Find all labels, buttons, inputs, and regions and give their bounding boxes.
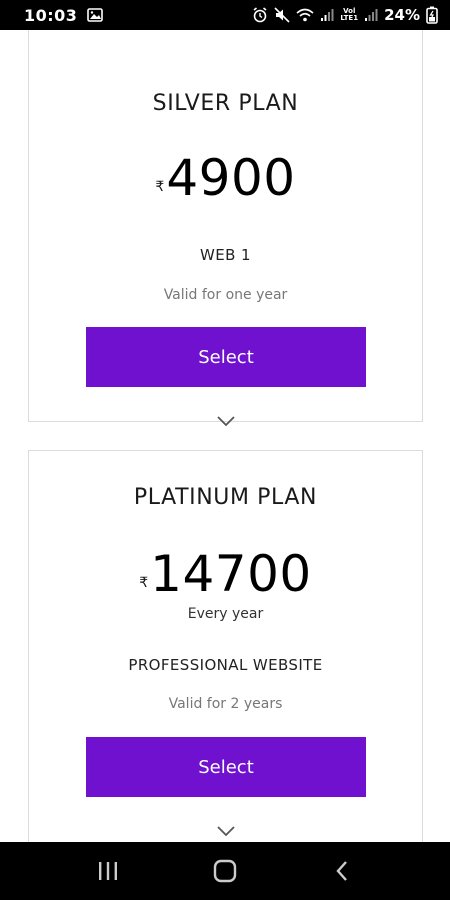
recent-apps-icon [99, 862, 118, 880]
plan-validity: Valid for 2 years [168, 696, 283, 712]
plan-card-platinum: PLATINUM PLAN ₹ 14700 Every year PROFESS… [28, 450, 423, 842]
back-icon [336, 861, 347, 881]
signal-icon [320, 8, 334, 22]
lte-icon: Vol LTE1 [340, 8, 358, 22]
status-bar: 10:03 Vol LTE1 24% [0, 0, 450, 30]
price-row: ₹ 4900 [29, 153, 422, 203]
status-time: 10:03 [24, 5, 78, 25]
plan-card-silver: SILVER PLAN ₹ 4900 WEB 1 Valid for one y… [28, 30, 423, 427]
recent-apps-button[interactable] [83, 851, 133, 891]
status-bar-right: Vol LTE1 24% [252, 6, 438, 24]
back-button[interactable] [317, 851, 367, 891]
wifi-icon [296, 8, 314, 22]
status-bar-left: 10:03 [24, 5, 104, 25]
plan-validity: Valid for one year [163, 287, 288, 303]
lte-bottom-label: LTE1 [340, 14, 359, 22]
select-button-silver[interactable]: Select [86, 327, 366, 387]
image-icon [87, 8, 104, 22]
currency-symbol: ₹ [139, 575, 149, 591]
battery-icon [426, 6, 438, 24]
plan-title: PLATINUM PLAN [133, 485, 318, 510]
plans-list[interactable]: SILVER PLAN ₹ 4900 WEB 1 Valid for one y… [0, 30, 450, 842]
price-amount: 4900 [166, 149, 296, 207]
battery-percent: 24% [384, 6, 420, 24]
home-button[interactable] [200, 851, 250, 891]
plan-title: SILVER PLAN [152, 91, 299, 116]
screen: 10:03 Vol LTE1 24% SILVER PLAN ₹ 4900 WE… [0, 0, 450, 900]
price-row: ₹ 14700 [29, 549, 422, 599]
signal-icon [364, 8, 378, 22]
billing-period: Every year [187, 606, 264, 622]
select-button-platinum[interactable]: Select [86, 737, 366, 797]
price-amount: 14700 [150, 545, 312, 603]
plan-feature: PROFESSIONAL WEBSITE [128, 656, 323, 674]
chevron-down-icon[interactable] [216, 415, 236, 427]
mute-icon [274, 7, 290, 23]
plan-feature: WEB 1 [200, 246, 251, 264]
chevron-down-icon[interactable] [216, 825, 236, 837]
alarm-icon [252, 7, 268, 23]
currency-symbol: ₹ [155, 179, 165, 195]
navigation-bar [0, 842, 450, 900]
home-icon [213, 859, 237, 883]
